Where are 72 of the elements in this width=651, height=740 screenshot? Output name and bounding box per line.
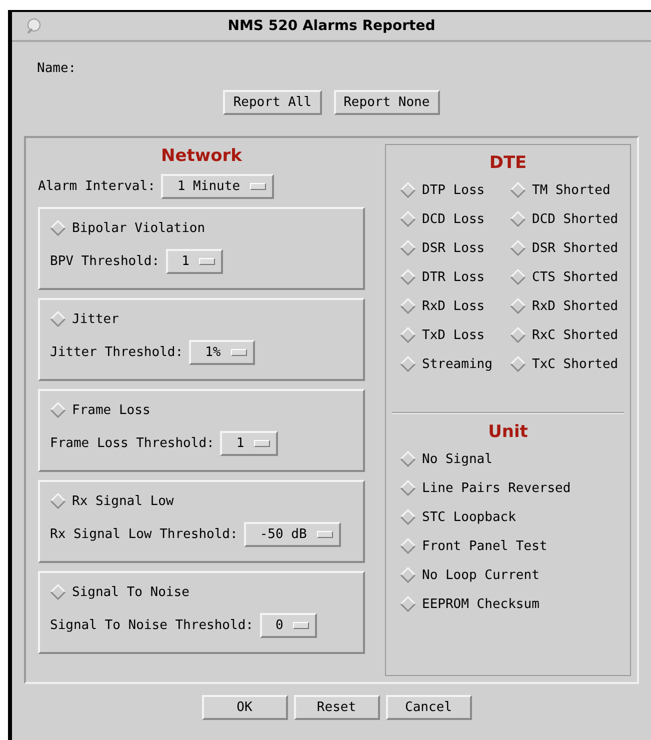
report-button[interactable]: Report All: [223, 90, 322, 115]
checkbox[interactable]: [50, 402, 66, 418]
checkbox-label: Frame Loss: [72, 402, 150, 418]
checkbox[interactable]: [400, 298, 416, 314]
checkbox[interactable]: [50, 311, 66, 327]
checkbox-label: RxD Shorted: [532, 298, 618, 314]
checkbox-label: Front Panel Test: [422, 538, 548, 554]
checkbox-label: Streaming: [422, 356, 492, 372]
checkbox-label: EEPROM Checksum: [422, 596, 540, 612]
checkbox-label: RxD Loss: [422, 298, 485, 314]
checkbox-label: DSR Loss: [422, 240, 485, 256]
checkbox[interactable]: [400, 211, 416, 227]
checkbox[interactable]: [400, 567, 416, 583]
checkbox[interactable]: [510, 269, 526, 285]
checkbox[interactable]: [400, 269, 416, 285]
checkbox-label: Line Pairs Reversed: [422, 480, 571, 496]
window-title: NMS 520 Alarms Reported: [226, 18, 436, 34]
checkbox-label: Rx Signal Low: [72, 494, 174, 508]
threshold-label: Frame Loss Threshold:: [50, 436, 214, 451]
checkbox-label: TxD Loss: [422, 328, 485, 342]
section-heading: DTE: [488, 153, 528, 175]
option-menu[interactable]: 1%: [189, 340, 255, 365]
option-menu[interactable]: -50 dB: [244, 522, 341, 547]
checkbox-label: CTS Shorted: [532, 270, 618, 284]
name-label: Name:: [37, 61, 76, 76]
checkbox[interactable]: [510, 240, 526, 256]
checkbox[interactable]: [510, 327, 526, 343]
checkbox-label: No Loop Current: [422, 568, 540, 582]
checkbox-label: Signal To Noise: [72, 584, 190, 600]
checkbox-label: DTR Loss: [422, 270, 485, 284]
checkbox-label: No Signal: [422, 452, 492, 466]
dialog-button[interactable]: OK: [202, 695, 288, 720]
threshold-label: Rx Signal Low Threshold:: [50, 527, 238, 542]
checkbox-label: DCD Shorted: [532, 212, 618, 226]
checkbox-label: TM Shorted: [532, 182, 610, 198]
checkbox[interactable]: [400, 451, 416, 467]
option-menu[interactable]: 1: [166, 249, 224, 274]
report-button[interactable]: Report None: [334, 90, 440, 115]
checkbox[interactable]: [510, 298, 526, 314]
checkbox[interactable]: [50, 493, 66, 509]
checkbox[interactable]: [50, 584, 66, 600]
dialog-button[interactable]: Reset: [294, 695, 380, 720]
checkbox[interactable]: [400, 327, 416, 343]
checkbox[interactable]: [400, 509, 416, 525]
option-menu[interactable]: 1 Minute: [161, 174, 274, 199]
checkbox-label: Bipolar Violation: [72, 220, 206, 236]
checkbox[interactable]: [400, 480, 416, 496]
checkbox-label: RxC Shorted: [532, 328, 618, 342]
interval-label: Alarm Interval:: [38, 179, 156, 194]
checkbox-label: DTP Loss: [422, 182, 485, 198]
threshold-label: BPV Threshold:: [50, 254, 160, 269]
checkbox[interactable]: [510, 211, 526, 227]
threshold-label: Jitter Threshold:: [50, 345, 184, 360]
checkbox[interactable]: [510, 182, 526, 198]
checkbox-label: TxC Shorted: [532, 356, 618, 372]
checkbox-label: STC Loopback: [422, 510, 516, 524]
checkbox[interactable]: [400, 240, 416, 256]
checkbox[interactable]: [510, 356, 526, 372]
option-menu[interactable]: 0: [260, 613, 318, 638]
section-heading: Network: [160, 146, 243, 168]
threshold-label: Signal To Noise Threshold:: [50, 618, 254, 633]
checkbox-label: DSR Shorted: [532, 240, 618, 256]
option-menu[interactable]: 1: [220, 431, 278, 456]
checkbox[interactable]: [400, 182, 416, 198]
dialog-button[interactable]: Cancel: [386, 695, 472, 720]
section-heading: Unit: [487, 422, 529, 444]
checkbox[interactable]: [400, 596, 416, 612]
checkbox[interactable]: [400, 356, 416, 372]
checkbox-label: DCD Loss: [422, 212, 485, 226]
checkbox[interactable]: [400, 538, 416, 554]
checkbox-label: Jitter: [72, 312, 119, 326]
checkbox[interactable]: [50, 220, 66, 236]
